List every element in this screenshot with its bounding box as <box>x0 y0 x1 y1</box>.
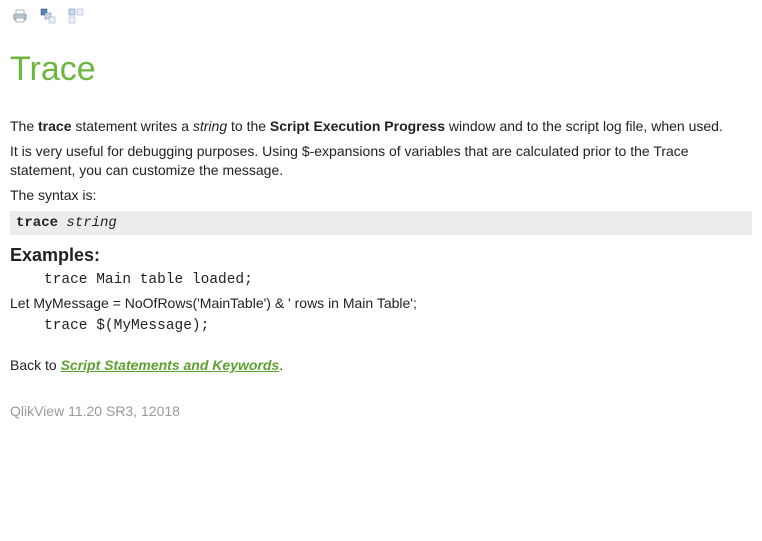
param-string: string <box>193 118 227 134</box>
text: Back to <box>10 357 61 373</box>
text: statement writes a <box>71 118 192 134</box>
toolbar <box>0 0 762 32</box>
syntax-box: trace string <box>10 211 752 235</box>
expand-all-icon[interactable] <box>40 8 56 24</box>
example-code-1: trace Main table loaded; <box>44 272 752 288</box>
syntax-argument: string <box>66 215 116 231</box>
example-let-line: Let MyMessage = NoOfRows('MainTable') & … <box>10 294 752 313</box>
back-link-line: Back to Script Statements and Keywords. <box>10 356 752 375</box>
back-link[interactable]: Script Statements and Keywords <box>61 357 280 373</box>
text: . <box>279 357 283 373</box>
keyword-trace: trace <box>38 118 71 134</box>
text: window and to the script log file, when … <box>445 118 723 134</box>
print-icon[interactable] <box>12 8 28 24</box>
syntax-keyword: trace <box>16 215 58 231</box>
example-code-2: trace $(MyMessage); <box>44 318 752 334</box>
syntax-label: The syntax is: <box>10 186 752 205</box>
content: Trace The trace statement writes a strin… <box>0 50 762 439</box>
text: The <box>10 118 38 134</box>
page-title: Trace <box>10 50 752 89</box>
version-text: QlikView 11.20 SR3, 12018 <box>10 403 752 419</box>
window-name: Script Execution Progress <box>270 118 445 134</box>
text: to the <box>227 118 270 134</box>
collapse-all-icon[interactable] <box>68 8 84 24</box>
examples-heading: Examples: <box>10 245 752 266</box>
intro-paragraph-1: The trace statement writes a string to t… <box>10 117 752 136</box>
intro-paragraph-2: It is very useful for debugging purposes… <box>10 142 752 180</box>
